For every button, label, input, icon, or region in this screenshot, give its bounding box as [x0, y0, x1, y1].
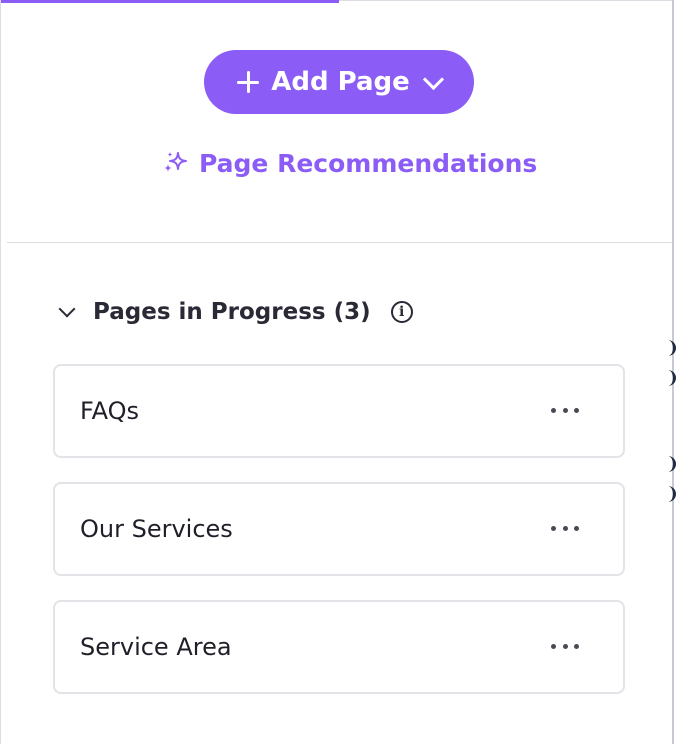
active-tab-indicator — [1, 0, 339, 3]
page-name: FAQs — [80, 397, 139, 425]
page-card-service-area[interactable]: Service Area — [53, 600, 625, 694]
page-recommendations-link[interactable]: Page Recommendations — [161, 144, 537, 182]
add-page-label: Add Page — [271, 67, 410, 97]
page-name: Service Area — [80, 633, 232, 661]
add-page-button[interactable]: Add Page — [204, 50, 474, 114]
section-title: Pages in Progress (3) — [93, 299, 371, 325]
page-name: Our Services — [80, 515, 233, 543]
more-horizontal-icon[interactable] — [551, 524, 579, 532]
tab-bar-divider — [339, 0, 673, 1]
plus-icon — [237, 71, 260, 93]
page-recommendations-label: Page Recommendations — [199, 148, 538, 178]
page-card-our-services[interactable]: Our Services — [53, 482, 625, 576]
sparkle-icon — [164, 152, 187, 172]
pages-in-progress-header[interactable]: Pages in Progress (3) i — [57, 292, 413, 332]
chevron-down-icon[interactable] — [58, 300, 76, 318]
page-card-faqs[interactable]: FAQs — [53, 364, 625, 458]
info-icon[interactable]: i — [390, 301, 413, 323]
more-horizontal-icon[interactable] — [551, 642, 579, 650]
section-divider — [7, 242, 673, 243]
pages-panel: Add Page Page Recommendations Pages in P… — [0, 0, 673, 744]
more-horizontal-icon[interactable] — [551, 406, 579, 414]
chevron-down-icon — [422, 68, 444, 90]
